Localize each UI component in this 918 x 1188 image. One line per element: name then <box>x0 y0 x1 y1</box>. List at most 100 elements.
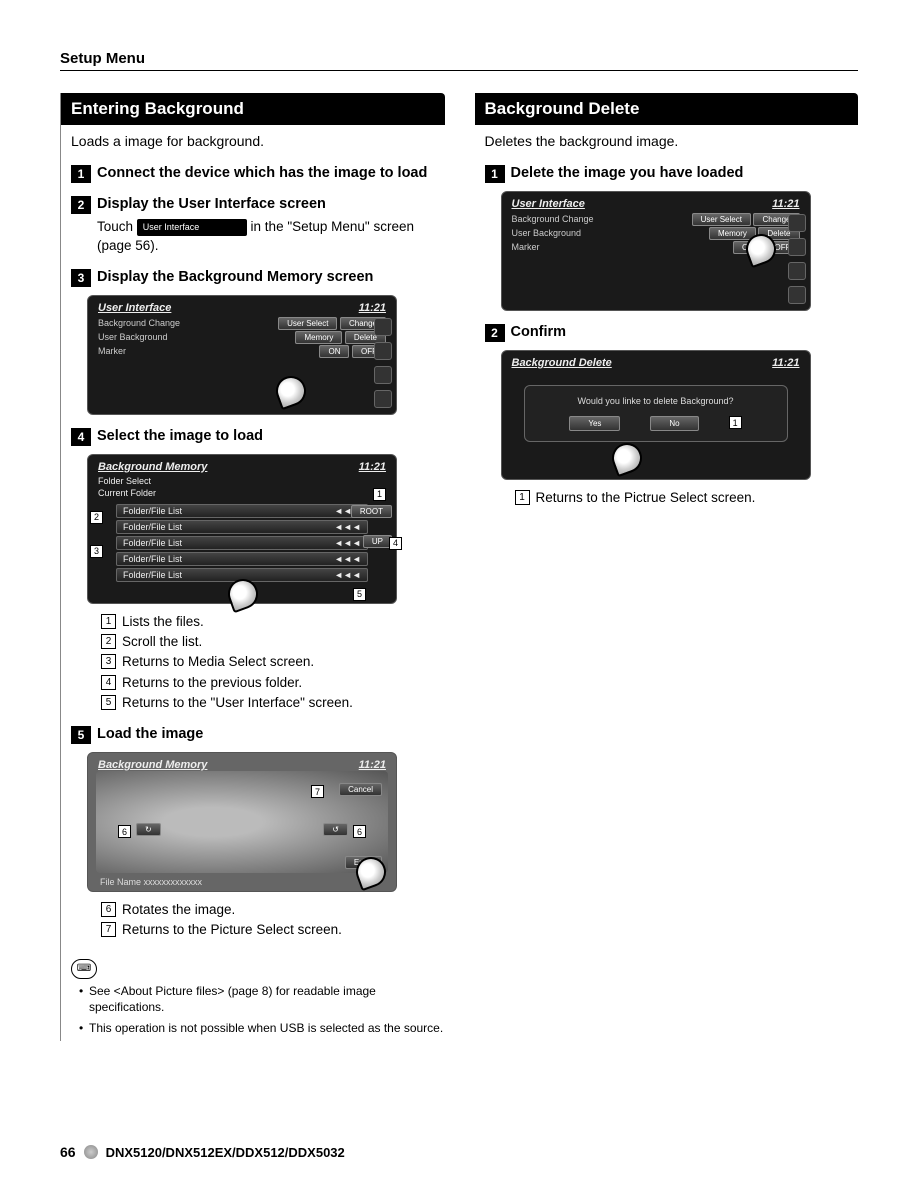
note-item: This operation is not possible when USB … <box>79 1020 445 1037</box>
ui-label: User Background <box>98 332 168 342</box>
callout-6: 6 <box>118 825 131 838</box>
step-title: Connect the device which has the image t… <box>97 164 427 183</box>
step-num: 3 <box>71 269 91 287</box>
callout-box: 2 <box>101 634 116 649</box>
list-item[interactable]: Folder/File List◄◄◄ <box>116 504 368 518</box>
callout-legend-right: 1Returns to the Pictrue Select screen. <box>515 488 859 508</box>
callout-4: 4 <box>389 537 402 550</box>
side-icons <box>374 318 392 408</box>
up-button[interactable]: UP <box>363 535 392 548</box>
ui-label: Background Change <box>98 318 180 328</box>
intro-left: Loads a image for background. <box>71 133 435 149</box>
ui-label: User Background <box>512 228 582 238</box>
step-2-right: 2 Confirm <box>485 323 859 342</box>
notes-list: See <About Picture files> (page 8) for r… <box>79 983 445 1037</box>
user-select-button[interactable]: User Select <box>278 317 337 330</box>
intro-right: Deletes the background image. <box>485 133 849 149</box>
step-title: Display the Background Memory screen <box>97 268 373 287</box>
ui-label: Marker <box>512 242 540 252</box>
step-num: 5 <box>71 726 91 744</box>
ui-screenshot-load-image: Background Memory11:21 7 Cancel 6 ↻ 6 ↺ … <box>87 752 397 892</box>
hand-pointer-icon <box>607 439 645 477</box>
step-num: 1 <box>485 165 505 183</box>
note-item: See <About Picture files> (page 8) for r… <box>79 983 445 1017</box>
callout-5: 5 <box>353 588 366 601</box>
ui-title: User Interface <box>98 302 171 314</box>
column-right: Background Delete Deletes the background… <box>475 93 859 1041</box>
ui-time: 11:21 <box>359 759 386 771</box>
step-1: 1 Connect the device which has the image… <box>71 164 445 183</box>
section-title-entering: Entering Background <box>61 93 445 125</box>
file-name-label: File Name xxxxxxxxxxxxx <box>100 877 202 887</box>
column-left: Entering Background Loads a image for ba… <box>60 93 445 1041</box>
ui-time: 11:21 <box>359 302 386 314</box>
ui-label: Background Change <box>512 214 594 224</box>
ui-time: 11:21 <box>772 357 799 369</box>
step-2: 2 Display the User Interface screen Touc… <box>71 195 445 256</box>
ui-title: Background Memory <box>98 759 207 771</box>
rotate-button[interactable]: ↺ <box>323 823 348 836</box>
step-num: 4 <box>71 428 91 446</box>
callout-3: 3 <box>90 545 103 558</box>
callout-6b: 6 <box>353 825 366 838</box>
step-3: 3 Display the Background Memory screen <box>71 268 445 287</box>
step-title: Delete the image you have loaded <box>511 164 744 183</box>
ui-screenshot-background-memory: Background Memory 11:21 Folder Select Cur… <box>87 454 397 604</box>
callout-legend-5: 6Rotates the image. 7Returns to the Pict… <box>101 900 445 941</box>
step-title: Confirm <box>511 323 567 342</box>
step-title: Select the image to load <box>97 427 263 446</box>
side-icons <box>788 214 806 304</box>
confirm-dialog: Would you linke to delete Background? Ye… <box>524 385 788 442</box>
callout-box: 1 <box>101 614 116 629</box>
callout-7: 7 <box>311 785 324 798</box>
on-button[interactable]: ON <box>319 345 349 358</box>
no-button[interactable]: No <box>650 416 698 431</box>
ui-screenshot-confirm: Background Delete 11:21 Would you linke t… <box>501 350 811 480</box>
yes-button[interactable]: Yes <box>569 416 620 431</box>
current-folder: Current Folder <box>98 488 156 501</box>
list-item[interactable]: Folder/File List◄◄◄ <box>116 536 368 550</box>
hand-pointer-icon <box>272 372 310 410</box>
step-num: 1 <box>71 165 91 183</box>
callout-box: 6 <box>101 902 116 917</box>
callout-2: 2 <box>90 511 103 524</box>
step-title: Display the User Interface screen <box>97 195 326 214</box>
ui-title: Background Delete <box>512 357 612 369</box>
user-interface-tab-graphic: User Interface <box>137 219 247 236</box>
list-item[interactable]: Folder/File List◄◄◄ <box>116 552 368 566</box>
memory-button[interactable]: Memory <box>295 331 342 344</box>
ui-time: 11:21 <box>772 198 799 210</box>
ui-title: Background Memory <box>98 461 207 473</box>
step-title: Load the image <box>97 725 203 744</box>
step-5: 5 Load the image <box>71 725 445 744</box>
page-number: 66 <box>60 1144 76 1160</box>
callout-legend-4: 1Lists the files. 2Scroll the list. 3Ret… <box>101 612 445 713</box>
list-item[interactable]: Folder/File List◄◄◄ <box>116 520 368 534</box>
callout-box: 7 <box>101 922 116 937</box>
globe-icon <box>84 1145 98 1159</box>
root-button[interactable]: ROOT <box>351 505 392 518</box>
model-numbers: DNX5120/DNX512EX/DDX512/DDX5032 <box>106 1145 345 1160</box>
ui-time: 11:21 <box>359 461 386 473</box>
page-header: Setup Menu <box>60 50 858 71</box>
folder-select: Folder Select <box>92 475 392 487</box>
ui-label: Marker <box>98 346 126 356</box>
callout-box: 4 <box>101 675 116 690</box>
step2-body-pre: Touch <box>97 219 137 234</box>
step-4: 4 Select the image to load <box>71 427 445 446</box>
callout-box: 3 <box>101 654 116 669</box>
step-1-right: 1 Delete the image you have loaded <box>485 164 859 183</box>
step-num: 2 <box>485 324 505 342</box>
ui-title: User Interface <box>512 198 585 210</box>
note-icon: ⌨ <box>71 959 97 979</box>
callout-box: 5 <box>101 695 116 710</box>
page-footer: 66 DNX5120/DNX512EX/DDX512/DDX5032 <box>60 1144 345 1160</box>
user-select-button[interactable]: User Select <box>692 213 751 226</box>
cancel-button[interactable]: Cancel <box>339 783 382 796</box>
ui-screenshot-user-interface: User Interface 11:21 Background Change Use… <box>87 295 397 415</box>
confirm-message: Would you linke to delete Background? <box>535 396 777 406</box>
section-title-delete: Background Delete <box>475 93 859 125</box>
callout-1: 1 <box>729 416 742 429</box>
step-num: 2 <box>71 196 91 214</box>
rotate-button[interactable]: ↻ <box>136 823 161 836</box>
